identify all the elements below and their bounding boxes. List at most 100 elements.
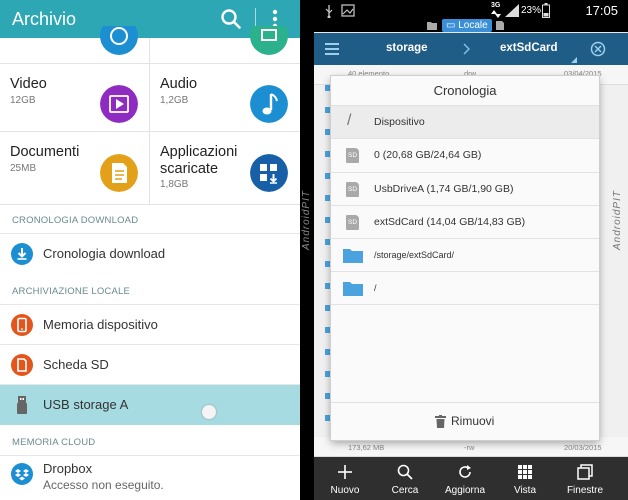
path-toolbar: storage extSdCard bbox=[314, 33, 628, 65]
section-local-label: ARCHIVIAZIONE LOCALE bbox=[12, 286, 131, 297]
sd-card-icon: SD bbox=[346, 215, 359, 230]
phone-storage-icon bbox=[11, 314, 33, 336]
remove-button[interactable]: Rimuovi bbox=[331, 402, 599, 440]
tile-downloaded-apps-size: 1,8GB bbox=[160, 179, 189, 190]
row-sd-card-label: Scheda SD bbox=[43, 357, 109, 372]
search-icon[interactable] bbox=[220, 8, 242, 30]
history-item-label: /storage/extSdCard/ bbox=[374, 250, 455, 260]
view-button[interactable]: Vista bbox=[494, 457, 556, 500]
row-dropbox[interactable]: Dropbox Accesso non eseguito. bbox=[0, 455, 300, 500]
tile-downloaded-apps[interactable]: Applicazioni scaricate 1,8GB bbox=[150, 132, 300, 205]
folder-icon bbox=[343, 282, 363, 296]
samsung-files-app: Archivio Video 12GB Audio 1,2GB Document… bbox=[0, 0, 300, 500]
signal-icon bbox=[505, 4, 519, 17]
location-bar: ▭ Locale bbox=[314, 18, 628, 32]
dropbox-icon bbox=[11, 463, 33, 485]
history-item-device[interactable]: / Dispositivo bbox=[331, 106, 599, 139]
remove-label: Rimuovi bbox=[451, 414, 495, 428]
history-dialog: Cronologia / Dispositivo SD 0 (20,68 GB/… bbox=[331, 76, 599, 440]
tile-video-size: 12GB bbox=[10, 95, 36, 106]
bottom-action-bar: Nuovo Cerca Aggiorna Vista Finestre bbox=[314, 457, 628, 500]
history-item-internal[interactable]: SD 0 (20,68 GB/24,64 GB) bbox=[331, 139, 599, 173]
row-usb-storage[interactable]: USB storage A bbox=[0, 384, 300, 425]
file-bottom-perm: -rw bbox=[464, 443, 475, 452]
battery-icon bbox=[542, 3, 550, 18]
section-local-storage: ARCHIVIAZIONE LOCALE bbox=[0, 280, 300, 304]
new-label: Nuovo bbox=[330, 485, 360, 496]
slash-icon: / bbox=[347, 112, 352, 129]
history-item-label: extSdCard (14,04 GB/14,83 GB) bbox=[374, 216, 526, 228]
tile-audio-size: 1,2GB bbox=[160, 95, 189, 106]
windows-button[interactable]: Finestre bbox=[554, 457, 616, 500]
sd-card-icon: SD bbox=[346, 148, 359, 163]
touch-indicator bbox=[202, 405, 216, 419]
file-bottom-size: 173,62 MB bbox=[348, 443, 385, 452]
watermark-right: AndroidPIT bbox=[612, 190, 623, 251]
chevron-right-icon bbox=[463, 43, 470, 55]
folder-small-icon bbox=[427, 22, 437, 30]
row-download-history-label: Cronologia download bbox=[43, 246, 166, 261]
row-download-history[interactable]: Cronologia download bbox=[0, 233, 300, 273]
tile-documents-size: 25MB bbox=[10, 163, 37, 174]
download-apps-icon bbox=[250, 154, 288, 192]
tile-recent-partial[interactable] bbox=[150, 26, 300, 64]
file-row-bottom: 173,62 MB -rw 20/03/2015 bbox=[314, 437, 628, 457]
document-icon bbox=[100, 154, 138, 192]
row-dropbox-status: Accesso non eseguito. bbox=[43, 478, 164, 492]
history-item-path-extsdcard[interactable]: /storage/extSdCard/ bbox=[331, 239, 599, 272]
new-button[interactable]: Nuovo bbox=[314, 457, 376, 500]
tile-downloaded-apps-name: Applicazioni scaricate bbox=[160, 144, 238, 177]
clock: 17:05 bbox=[585, 3, 618, 18]
menu-icon[interactable] bbox=[325, 43, 339, 55]
windows-icon bbox=[577, 464, 593, 480]
row-sd-card[interactable]: Scheda SD bbox=[0, 344, 300, 384]
tile-video[interactable]: Video 12GB bbox=[0, 64, 150, 132]
tile-documents[interactable]: Documenti 25MB bbox=[0, 132, 150, 205]
section-cloud: MEMORIA CLOUD bbox=[0, 431, 300, 455]
images-icon bbox=[100, 26, 138, 55]
section-download-history: CRONOLOGIA DOWNLOAD bbox=[0, 209, 300, 233]
history-item-usb[interactable]: SD UsbDriveA (1,74 GB/1,90 GB) bbox=[331, 173, 599, 206]
sd-card-icon bbox=[11, 354, 33, 376]
refresh-label: Aggiorna bbox=[444, 485, 486, 496]
history-item-extsdcard[interactable]: SD extSdCard (14,04 GB/14,83 GB) bbox=[331, 206, 599, 239]
dropdown-corner-icon bbox=[571, 57, 577, 63]
row-usb-storage-label: USB storage A bbox=[43, 397, 129, 412]
battery-percent: 23% bbox=[521, 5, 542, 16]
section-download-label: CRONOLOGIA DOWNLOAD bbox=[12, 215, 139, 226]
view-label: Vista bbox=[513, 485, 537, 496]
image-status-icon bbox=[341, 4, 355, 17]
history-item-label: / bbox=[374, 283, 377, 293]
phone-small-icon: ▭ bbox=[446, 20, 456, 31]
folder-tile-icon bbox=[250, 26, 288, 55]
locale-label: Locale bbox=[458, 20, 488, 31]
sd-small-icon bbox=[496, 21, 504, 30]
network-type: 3G bbox=[491, 2, 501, 9]
row-device-memory[interactable]: Memoria dispositivo bbox=[0, 304, 300, 344]
tile-audio[interactable]: Audio 1,2GB bbox=[150, 64, 300, 132]
usb-status-icon bbox=[325, 5, 333, 18]
breadcrumb-extsdcard[interactable]: extSdCard bbox=[500, 42, 558, 54]
watermark-left: AndroidPIT bbox=[301, 190, 312, 251]
usb-icon bbox=[17, 396, 27, 414]
breadcrumb-storage[interactable]: storage bbox=[386, 42, 428, 54]
data-arrows-icon bbox=[491, 10, 501, 18]
close-icon[interactable] bbox=[590, 41, 606, 57]
locale-badge[interactable]: ▭ Locale bbox=[442, 19, 492, 32]
file-bottom-date: 20/03/2015 bbox=[564, 443, 602, 452]
history-item-label: UsbDriveA (1,74 GB/1,90 GB) bbox=[374, 183, 514, 195]
search-icon bbox=[397, 464, 413, 480]
download-icon bbox=[11, 243, 33, 265]
tile-audio-name: Audio bbox=[160, 76, 198, 92]
history-item-path-root[interactable]: / bbox=[331, 272, 599, 305]
sd-card-icon: SD bbox=[346, 182, 359, 197]
windows-label: Finestre bbox=[566, 485, 604, 496]
video-icon bbox=[100, 85, 138, 123]
refresh-button[interactable]: Aggiorna bbox=[434, 457, 496, 500]
search-button[interactable]: Cerca bbox=[374, 457, 436, 500]
search-label: Cerca bbox=[391, 485, 419, 496]
row-dropbox-label: Dropbox bbox=[43, 461, 93, 476]
tile-images-partial[interactable] bbox=[0, 26, 150, 64]
dialog-title: Cronologia bbox=[331, 76, 599, 106]
section-cloud-label: MEMORIA CLOUD bbox=[12, 437, 96, 448]
